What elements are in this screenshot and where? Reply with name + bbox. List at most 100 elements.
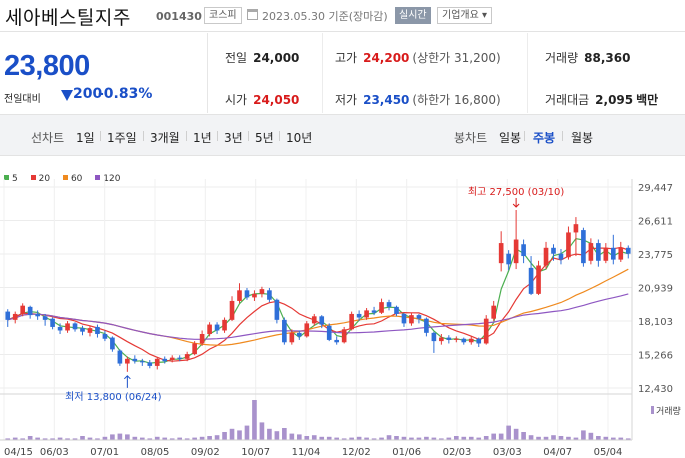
candle-body	[364, 310, 369, 318]
candle-body	[42, 316, 48, 320]
volume-bar	[394, 436, 399, 440]
divider	[186, 131, 187, 141]
volume-bar	[252, 400, 257, 440]
price-stats: 전일 24,000 고가 24,200 (상한가 31,200) 거래량 88,360 …	[209, 33, 685, 113]
candle-body	[132, 358, 138, 362]
candle-body	[139, 361, 145, 363]
x-tick-label: 01/06	[392, 447, 421, 458]
candle-chart-caption: 봉차트	[454, 131, 488, 145]
line-chart-caption: 선차트	[31, 131, 65, 145]
volume-bar	[506, 425, 511, 440]
y-tick-label: 12,430	[638, 384, 673, 395]
divider	[279, 131, 280, 141]
high-annotation: 최고 27,500 (03/10)	[468, 186, 564, 198]
candle-body	[506, 253, 511, 265]
stats-divider	[322, 33, 323, 113]
candle-body	[252, 293, 257, 298]
candle-body	[461, 338, 467, 343]
volume-bar	[304, 436, 310, 440]
period-1w[interactable]: 1주일	[107, 129, 137, 146]
volume-bar	[581, 430, 586, 440]
candle-body	[110, 337, 115, 350]
volume-bar	[513, 428, 519, 440]
volume-bar	[237, 430, 242, 440]
candle-weekly[interactable]: 주봉	[533, 129, 555, 146]
volume-bar	[521, 432, 526, 440]
company-overview-button[interactable]: 기업개요 ▾	[437, 7, 492, 24]
candle-body	[379, 302, 384, 313]
candle-body	[528, 267, 534, 294]
candle-body	[625, 247, 631, 254]
candle-body	[513, 239, 519, 264]
candle-body	[199, 334, 205, 344]
divider	[143, 131, 144, 141]
candle-body	[184, 354, 190, 359]
candle-body	[304, 323, 310, 337]
candle-body	[334, 339, 340, 343]
period-10y[interactable]: 10년	[286, 129, 312, 146]
candle-body	[177, 357, 183, 359]
candle-body	[543, 247, 549, 266]
volume-bar	[267, 428, 272, 440]
volume-bar	[27, 436, 33, 440]
y-tick-label: 18,103	[638, 317, 673, 328]
down-triangle-icon	[61, 90, 73, 101]
x-tick-label: 04/15	[4, 447, 33, 458]
realtime-button[interactable]: 실시간	[395, 7, 431, 24]
period-5y[interactable]: 5년	[255, 129, 274, 146]
candle-body	[581, 230, 586, 264]
stock-name: 세아베스틸지주	[5, 7, 131, 29]
x-tick-label: 11/04	[292, 447, 321, 458]
stat-amount: 거래대금 2,095 백만	[545, 93, 659, 107]
candle-body	[214, 324, 220, 331]
candle-body	[618, 247, 624, 260]
candle-body	[229, 300, 235, 320]
candle-body	[394, 306, 399, 314]
candle-body	[267, 290, 272, 300]
period-1d[interactable]: 1일	[76, 129, 95, 146]
candle-body	[349, 313, 354, 330]
candle-body	[326, 325, 332, 340]
candle-body	[80, 328, 85, 332]
candle-body	[603, 247, 609, 261]
stat-open: 시가 24,050	[225, 93, 300, 107]
divider	[562, 131, 563, 141]
candle-body	[244, 290, 250, 298]
candle-body	[169, 357, 175, 361]
volume-bar	[214, 435, 220, 440]
period-1y[interactable]: 1년	[193, 129, 212, 146]
candle-monthly[interactable]: 월봉	[571, 129, 593, 146]
candle-body	[147, 362, 153, 366]
candle-body	[446, 337, 452, 340]
candle-body	[536, 265, 541, 294]
moving-average-60	[7, 268, 629, 346]
period-3m[interactable]: 3개월	[150, 129, 180, 146]
volume-legend-swatch	[651, 406, 654, 414]
volume-bar	[596, 436, 601, 440]
candle-body	[610, 247, 616, 260]
period-3y[interactable]: 3년	[224, 129, 243, 146]
volume-bar	[491, 433, 497, 440]
candle-body	[35, 313, 40, 317]
candle-daily[interactable]: 일봉	[499, 129, 521, 146]
candle-body	[491, 305, 497, 319]
volume-bar	[229, 428, 235, 440]
price-summary: 23,800 전일대비 200 -0.83%	[0, 33, 208, 113]
candle-body	[87, 328, 93, 333]
candle-body	[72, 323, 78, 330]
stock-price-chart[interactable]: 29,447 26,611 23,775 20,939 18,103 15,266 12,4…	[0, 158, 685, 458]
candle-body	[401, 313, 407, 324]
volume-bar	[296, 434, 302, 440]
stat-prev: 전일 24,000	[225, 51, 300, 65]
candle-body	[117, 350, 123, 364]
y-tick-label: 23,775	[638, 250, 673, 261]
change-label: 전일대비	[4, 94, 41, 105]
market-badge: 코스피	[204, 7, 242, 24]
volume-bar	[222, 432, 227, 440]
moving-average-lines	[7, 238, 629, 364]
stock-code: 001430	[156, 10, 202, 23]
candle-body	[596, 243, 601, 261]
divider	[248, 131, 249, 141]
as-of-date: 2023.05.30 기준(장마감)	[262, 10, 388, 23]
candle-body	[424, 318, 429, 333]
